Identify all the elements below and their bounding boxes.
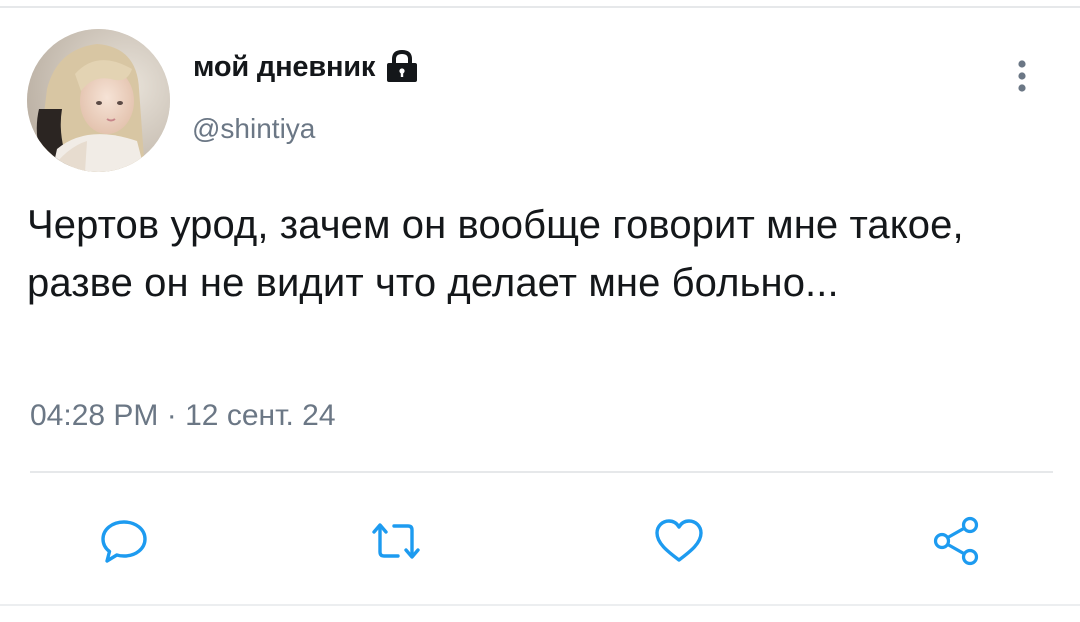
retweet-icon	[372, 523, 420, 559]
tweet-card: мой дневник @shintiya Чертов урод, зачем…	[0, 0, 1080, 622]
heart-icon	[655, 519, 703, 562]
retweet-button[interactable]	[368, 513, 424, 569]
tweet-meta: 04:28 PM · 12 сент. 24	[30, 399, 336, 433]
tweet-text: Чертов урод, зачем он вообще говорит мне…	[27, 203, 964, 305]
more-options-button[interactable]	[1008, 56, 1036, 96]
display-name[interactable]: мой дневник	[193, 51, 375, 84]
actions-divider	[30, 471, 1053, 473]
profile-photo	[27, 29, 170, 172]
user-handle[interactable]: @shintiya	[192, 113, 315, 145]
avatar[interactable]	[27, 29, 170, 172]
name-row: мой дневник	[193, 49, 420, 84]
tweet-date: 12 сент. 24	[185, 399, 336, 432]
tweet-time: 04:28 PM	[30, 399, 159, 432]
share-button[interactable]	[929, 513, 985, 569]
meta-separator: ·	[166, 399, 177, 432]
top-divider	[0, 6, 1080, 8]
share-icon	[933, 516, 979, 566]
bottom-divider	[0, 604, 1080, 606]
reply-button[interactable]	[96, 513, 152, 569]
speech-bubble-icon	[101, 520, 147, 563]
vertical-dots-icon	[1018, 60, 1026, 92]
like-button[interactable]	[651, 513, 707, 569]
lock-icon	[384, 49, 420, 83]
